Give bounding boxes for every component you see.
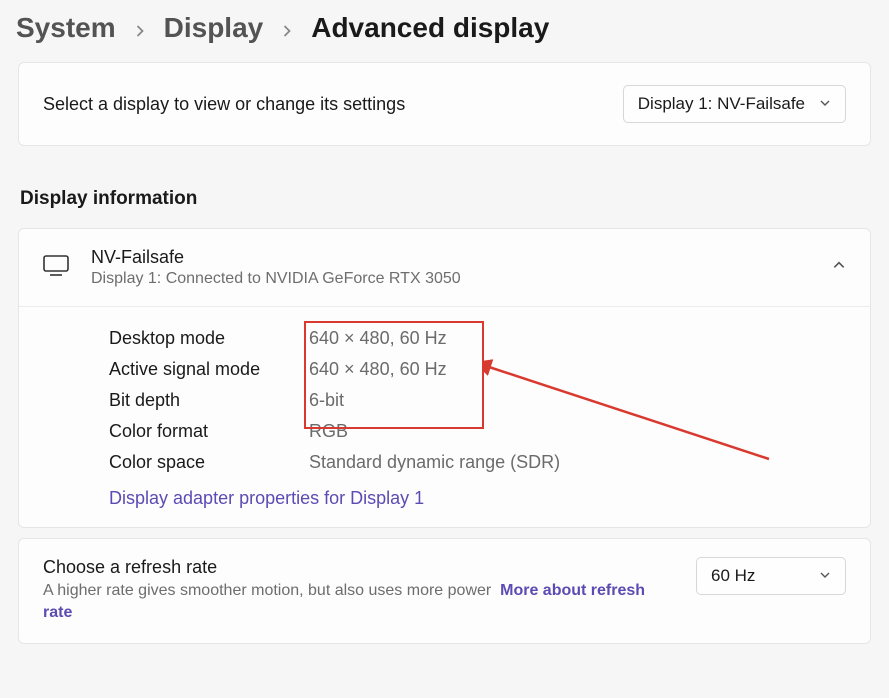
select-display-card: Select a display to view or change its s… [18, 62, 871, 146]
monitor-icon [43, 254, 69, 281]
select-display-label: Select a display to view or change its s… [43, 94, 405, 115]
info-key: Color format [109, 421, 309, 442]
display-information-heading: Display information [20, 188, 871, 210]
info-row-color-space: Color space Standard dynamic range (SDR) [109, 447, 846, 478]
display-info-body: Desktop mode 640 × 480, 60 Hz Active sig… [19, 307, 870, 527]
display-info-header[interactable]: NV-Failsafe Display 1: Connected to NVID… [19, 229, 870, 307]
info-key: Desktop mode [109, 328, 309, 349]
display-adapter-properties-link[interactable]: Display adapter properties for Display 1 [109, 488, 424, 509]
display-select-value: Display 1: NV-Failsafe [638, 94, 805, 114]
info-key: Color space [109, 452, 309, 473]
refresh-rate-dropdown[interactable]: 60 Hz [696, 557, 846, 595]
breadcrumb-current: Advanced display [311, 12, 549, 44]
breadcrumb: System Display Advanced display [0, 0, 889, 62]
refresh-rate-description: A higher rate gives smoother motion, but… [43, 580, 676, 625]
display-select-dropdown[interactable]: Display 1: NV-Failsafe [623, 85, 846, 123]
chevron-right-icon [134, 12, 146, 44]
display-name: NV-Failsafe [91, 247, 810, 268]
display-subtitle: Display 1: Connected to NVIDIA GeForce R… [91, 270, 810, 288]
breadcrumb-display[interactable]: Display [164, 12, 264, 44]
annotation-box [304, 321, 484, 429]
refresh-rate-title: Choose a refresh rate [43, 557, 676, 578]
chevron-up-icon [832, 258, 846, 277]
info-key: Bit depth [109, 390, 309, 411]
chevron-right-icon [281, 12, 293, 44]
chevron-down-icon [819, 94, 831, 114]
chevron-down-icon [819, 566, 831, 586]
info-value: Standard dynamic range (SDR) [309, 452, 560, 473]
display-information-card: NV-Failsafe Display 1: Connected to NVID… [18, 228, 871, 528]
breadcrumb-system[interactable]: System [16, 12, 116, 44]
refresh-rate-card: Choose a refresh rate A higher rate give… [18, 538, 871, 644]
refresh-desc-text: A higher rate gives smoother motion, but… [43, 582, 491, 599]
info-row-adapter-link: Display adapter properties for Display 1 [109, 478, 846, 511]
info-key: Active signal mode [109, 359, 309, 380]
refresh-rate-value: 60 Hz [711, 566, 755, 586]
